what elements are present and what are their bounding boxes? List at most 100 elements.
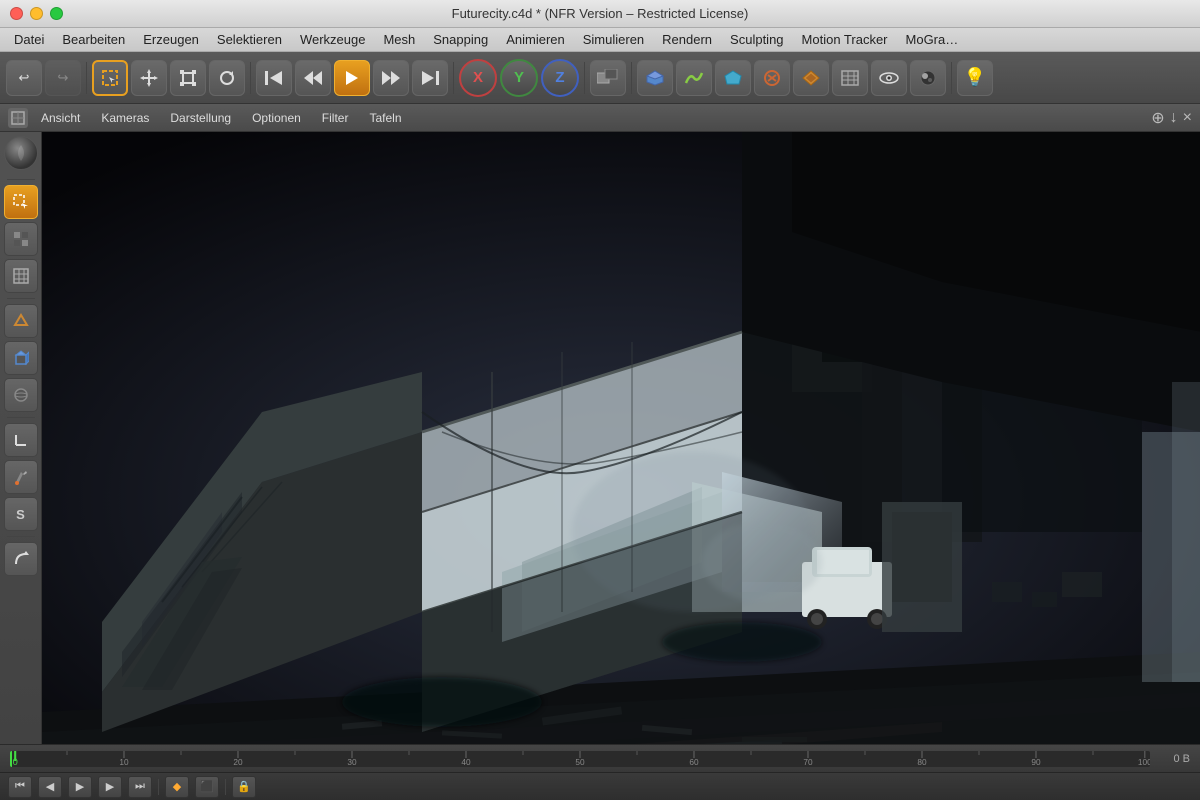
lt-grid-btn[interactable]	[4, 259, 38, 293]
axis-x-button[interactable]: X	[459, 59, 497, 97]
bb-btn-5[interactable]: ⬛	[195, 776, 219, 798]
svg-text:60: 60	[689, 758, 699, 767]
light-btn[interactable]: 💡	[957, 60, 993, 96]
navigation-ball[interactable]	[4, 136, 38, 170]
lt-box-btn[interactable]	[4, 341, 38, 375]
titlebar: Futurecity.c4d * (NFR Version – Restrict…	[0, 0, 1200, 28]
anim-prev-key-button[interactable]	[295, 60, 331, 96]
lt-checker-btn[interactable]	[4, 222, 38, 256]
menu-item-rendern[interactable]: Rendern	[653, 30, 721, 49]
viewport-close-icon[interactable]: ×	[1183, 109, 1192, 127]
menu-item-motiontracker[interactable]: Motion Tracker	[793, 30, 897, 49]
bb-btn-4[interactable]: ⏭	[128, 776, 152, 798]
lt-paint-btn[interactable]	[4, 460, 38, 494]
svg-text:10: 10	[119, 758, 129, 767]
render-btn[interactable]	[910, 60, 946, 96]
lt-sep2	[7, 298, 35, 299]
axis-y-button[interactable]: Y	[500, 59, 538, 97]
window-controls[interactable]	[10, 7, 63, 20]
window-title: Futurecity.c4d * (NFR Version – Restrict…	[452, 6, 749, 21]
main-area: S	[0, 132, 1200, 744]
anim-play-button[interactable]	[334, 60, 370, 96]
timeline-track[interactable]: 0 10 20 30 40 50 60 70 80 90 1	[10, 751, 1150, 767]
svg-text:80: 80	[917, 758, 927, 767]
menu-item-mesh[interactable]: Mesh	[374, 30, 424, 49]
menu-item-selektieren[interactable]: Selektieren	[208, 30, 291, 49]
lt-sphere-btn[interactable]	[4, 378, 38, 412]
polygon-btn[interactable]	[715, 60, 751, 96]
bb-sep2	[225, 779, 226, 795]
maximize-button[interactable]	[50, 7, 63, 20]
svg-text:40: 40	[461, 758, 471, 767]
toolbar: ↩ ↪ X Y Z	[0, 52, 1200, 104]
bb-btn-6[interactable]: 🔒	[232, 776, 256, 798]
3d-viewport[interactable]	[42, 132, 1200, 744]
lt-select-btn[interactable]	[4, 185, 38, 219]
bb-btn-3[interactable]: ▶	[98, 776, 122, 798]
bb-play-btn[interactable]: ▶	[68, 776, 92, 798]
menu-item-erzeugen[interactable]: Erzeugen	[134, 30, 208, 49]
menu-item-werkzeuge[interactable]: Werkzeuge	[291, 30, 375, 49]
spline-btn[interactable]	[793, 60, 829, 96]
scale-button[interactable]	[170, 60, 206, 96]
sep2	[250, 62, 251, 94]
sep5	[631, 62, 632, 94]
menu-item-bearbeiten[interactable]: Bearbeiten	[53, 30, 134, 49]
lt-vertex-btn[interactable]	[4, 304, 38, 338]
vp-menu-optionen[interactable]: Optionen	[244, 109, 309, 127]
menu-item-datei[interactable]: Datei	[5, 30, 53, 49]
timeline-playhead[interactable]	[10, 751, 12, 767]
menubar: DateiBearbeitenErzeugenSelektierenWerkze…	[0, 28, 1200, 52]
vp-menu-ansicht[interactable]: Ansicht	[33, 109, 88, 127]
viewport-header: Ansicht Kameras Darstellung Optionen Fil…	[0, 104, 1200, 132]
select-rect-button[interactable]	[92, 60, 128, 96]
rotate-button[interactable]	[209, 60, 245, 96]
svg-text:20: 20	[233, 758, 243, 767]
bottombar: ⏮ ◀ ▶ ▶ ⏭ ◆ ⬛ 🔒	[0, 772, 1200, 800]
viewport-expand-icon[interactable]: ⊕	[1151, 108, 1164, 128]
lt-corner-btn[interactable]	[4, 423, 38, 457]
anim-prev-button[interactable]	[256, 60, 292, 96]
sep3	[453, 62, 454, 94]
redo-button[interactable]: ↪	[45, 60, 81, 96]
sep6	[951, 62, 952, 94]
cube-btn[interactable]	[637, 60, 673, 96]
grid-btn[interactable]	[832, 60, 868, 96]
menu-item-animieren[interactable]: Animieren	[497, 30, 574, 49]
svg-text:100: 100	[1138, 758, 1150, 767]
bb-btn-2[interactable]: ◀	[38, 776, 62, 798]
axis-z-button[interactable]: Z	[541, 59, 579, 97]
bb-key-btn[interactable]: ◆	[165, 776, 189, 798]
menu-item-snapping[interactable]: Snapping	[424, 30, 497, 49]
eye-btn[interactable]	[871, 60, 907, 96]
bb-sep1	[158, 779, 159, 795]
sep1	[86, 62, 87, 94]
anim-next-key-button[interactable]	[373, 60, 409, 96]
lt-bend-btn[interactable]	[4, 542, 38, 576]
vp-menu-kameras[interactable]: Kameras	[93, 109, 157, 127]
menu-item-sculpting[interactable]: Sculpting	[721, 30, 792, 49]
menu-item-simulieren[interactable]: Simulieren	[574, 30, 653, 49]
svg-text:90: 90	[1031, 758, 1041, 767]
menu-item-mogra[interactable]: MoGra…	[897, 30, 968, 49]
vp-menu-darstellung[interactable]: Darstellung	[162, 109, 239, 127]
sweep-btn[interactable]	[676, 60, 712, 96]
anim-next-button[interactable]	[412, 60, 448, 96]
vp-menu-tafeln[interactable]: Tafeln	[361, 109, 409, 127]
deform-btn[interactable]	[754, 60, 790, 96]
lt-sculpt-btn[interactable]: S	[4, 497, 38, 531]
bb-btn-1[interactable]: ⏮	[8, 776, 32, 798]
viewport-down-icon[interactable]: ↓	[1170, 109, 1178, 127]
viewport-controls-right: ⊕ ↓ ×	[1151, 108, 1192, 128]
sep4	[584, 62, 585, 94]
minimize-button[interactable]	[30, 7, 43, 20]
object-mode-button[interactable]	[590, 60, 626, 96]
undo-button[interactable]: ↩	[6, 60, 42, 96]
lt-sep3	[7, 417, 35, 418]
close-button[interactable]	[10, 7, 23, 20]
move-button[interactable]	[131, 60, 167, 96]
svg-text:0: 0	[13, 757, 18, 767]
svg-text:70: 70	[803, 758, 813, 767]
vp-menu-filter[interactable]: Filter	[314, 109, 357, 127]
svg-text:50: 50	[575, 758, 585, 767]
